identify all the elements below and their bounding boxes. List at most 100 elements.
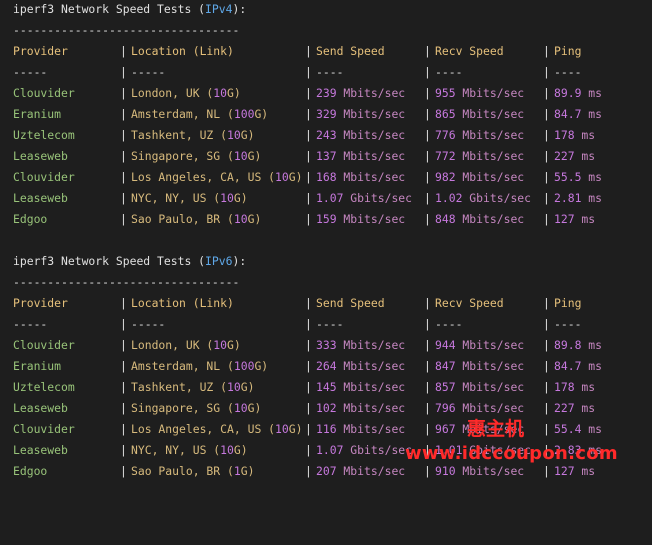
column-divider: | [424,338,431,352]
send-speed-cell: 1.07 Gbits/sec [316,440,412,461]
table-header-row: Provider | Location (Link) | Send Speed … [0,293,652,314]
table-row: Clouvider | London, UK (10G) | 333 Mbits/sec… [0,335,652,356]
location-cell: Amsterdam, NL (100G) [131,356,268,377]
column-divider: | [120,86,127,100]
provider-cell: Clouvider [13,170,75,184]
column-divider: | [424,191,431,205]
numeric-value: 55.4 [554,422,582,436]
numeric-value: 1.02 [435,191,463,205]
text-fragment: G) [233,191,248,205]
send-speed-cell: 239 Mbits/sec [316,83,405,104]
separator: ---- [435,317,463,331]
send-speed-cell: 159 Mbits/sec [316,209,405,230]
column-divider: | [120,149,127,163]
column-divider: | [120,170,127,184]
table-row: Clouvider | London, UK (10G) | 239 Mbits/sec… [0,83,652,104]
numeric-value: 857 [435,380,456,394]
column-divider: | [424,296,431,310]
numeric-value: 1.07 [316,191,344,205]
location-cell: Amsterdam, NL (100G) [131,104,268,125]
ping-cell: 2.83 ms [554,440,602,461]
table-header-row: Provider | Location (Link) | Send Speed … [0,41,652,62]
table-row: Leaseweb | NYC, NY, US (10G) | 1.07 Gbits/se… [0,440,652,461]
column-divider: | [424,422,431,436]
provider-cell: Leaseweb [13,401,68,415]
separator: ---- [554,65,582,79]
numeric-value: 1.07 [316,443,344,457]
column-divider: | [424,401,431,415]
text-fragment: Mbits/sec [455,128,525,142]
column-divider: | [543,107,550,121]
numeric-value: 10 [220,443,234,457]
provider-cell: Leaseweb [13,149,68,163]
column-divider: | [424,317,431,331]
column-divider: | [120,191,127,205]
column-divider: | [120,422,127,436]
recv-speed-cell: 772 Mbits/sec [435,146,524,167]
text-fragment: ms [574,401,596,415]
numeric-value: 967 [435,422,456,436]
send-speed-cell: 145 Mbits/sec [316,377,405,398]
numeric-value: 982 [435,170,456,184]
recv-speed-cell: 857 Mbits/sec [435,377,524,398]
numeric-value: 227 [554,149,575,163]
column-divider: | [305,380,312,394]
numeric-value: 2.83 [554,443,582,457]
column-divider: | [120,44,127,58]
column-divider: | [543,359,550,373]
text-fragment: NYC, NY, US ( [131,443,221,457]
location-cell: Sao Paulo, BR (1G) [131,461,254,482]
title-underline: --------------------------------- [13,275,240,289]
text-fragment: London, UK ( [131,338,214,352]
separator: ---- [316,317,344,331]
ping-cell: 2.81 ms [554,188,602,209]
numeric-value: 100 [233,107,255,121]
numeric-value: 264 [316,359,337,373]
numeric-value: 207 [316,464,337,478]
text-fragment: Mbits/sec [336,86,406,100]
separator: ---- [435,65,463,79]
column-divider: | [120,107,127,121]
text-fragment: Mbits/sec [336,464,406,478]
text-fragment: Gbits/sec [343,443,413,457]
ping-cell: 227 ms [554,398,595,419]
numeric-value: 102 [316,401,337,415]
column-divider: | [305,191,312,205]
location-cell: Los Angeles, CA, US (10G) [131,167,302,188]
ping-cell: 55.4 ms [554,419,602,440]
column-divider: | [120,338,127,352]
column-divider: | [543,191,550,205]
column-divider: | [305,170,312,184]
numeric-value: 10 [233,401,248,415]
text-fragment: G) [288,170,303,184]
numeric-value: 1 [233,464,241,478]
column-divider: | [543,296,550,310]
column-divider: | [424,464,431,478]
recv-speed-cell: 910 Mbits/sec [435,461,524,482]
text-fragment: Mbits/sec [455,464,525,478]
numeric-value: 10 [227,128,241,142]
column-divider: | [120,380,127,394]
text-fragment: Mbits/sec [455,86,525,100]
text-fragment: Los Angeles, CA, US ( [131,170,276,184]
table-row: Edgoo | Sao Paulo, BR (1G) | 207 Mbits/sec | 9… [0,461,652,482]
ping-cell: 84.7 ms [554,356,602,377]
recv-speed-cell: 982 Mbits/sec [435,167,524,188]
provider-cell: Leaseweb [13,191,68,205]
text-fragment: Singapore, SG ( [131,401,234,415]
column-divider: | [543,128,550,142]
send-speed-cell: 264 Mbits/sec [316,356,405,377]
numeric-value: 89.8 [554,338,582,352]
table-row: Leaseweb | Singapore, SG (10G) | 102 Mbits/s… [0,398,652,419]
table-row: Uztelecom | Tashkent, UZ (10G) | 145 Mbits/s… [0,377,652,398]
text-fragment: Gbits/sec [343,191,413,205]
numeric-value: 145 [316,380,337,394]
provider-cell: Clouvider [13,422,75,436]
send-speed-cell: 1.07 Gbits/sec [316,188,412,209]
column-divider: | [305,464,312,478]
column-divider: | [424,149,431,163]
text-fragment: Mbits/sec [455,401,525,415]
numeric-value: 955 [435,86,456,100]
location-cell: NYC, NY, US (10G) [131,188,248,209]
column-divider: | [543,170,550,184]
